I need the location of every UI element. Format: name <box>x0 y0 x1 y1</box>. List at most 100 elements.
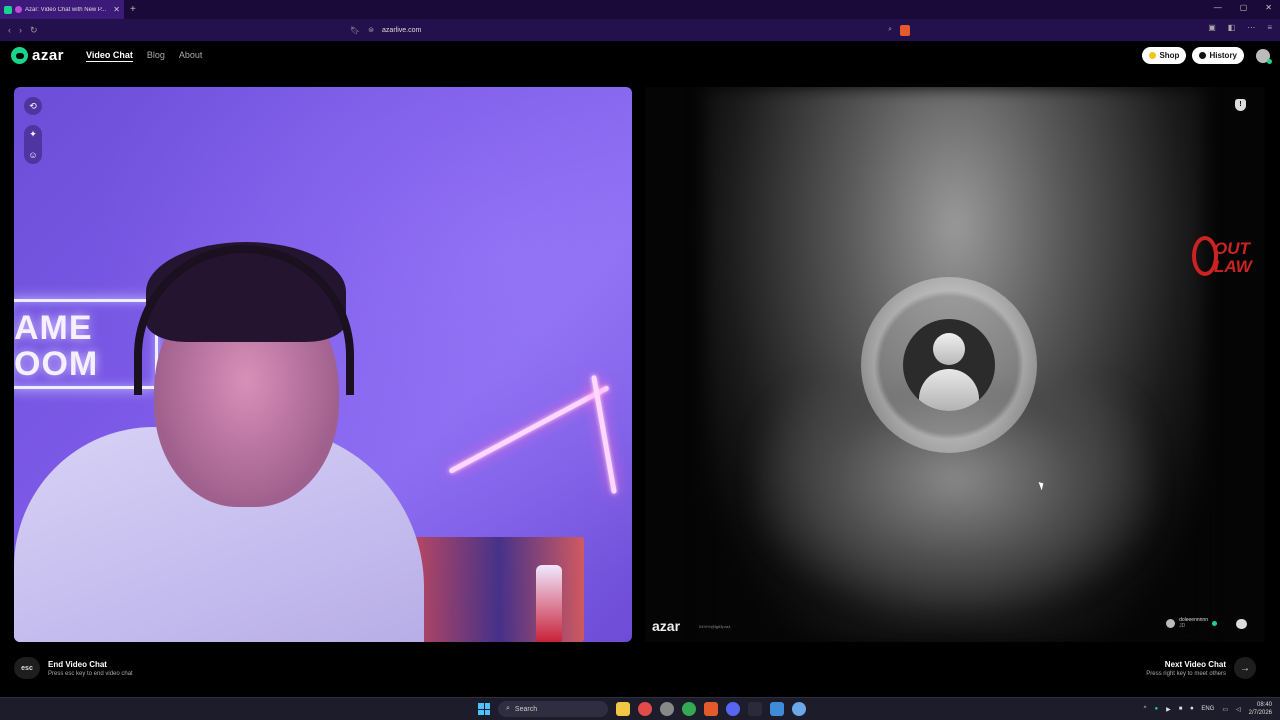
tray-app-icon[interactable]: ● <box>1154 706 1158 712</box>
window-controls: — ▢ ✕ <box>1214 3 1272 12</box>
steam-icon[interactable] <box>748 702 762 716</box>
neon-sign-line-2: OOM <box>14 345 99 383</box>
browser-tab[interactable]: Azar: Video Chat with New P... ✕ <box>0 0 124 19</box>
outlaw-overlay-logo: OUT LAW <box>1192 236 1260 282</box>
next-chat-hint: Press right key to meet others <box>1146 670 1226 677</box>
tray-app-icon[interactable]: ■ <box>1179 706 1183 712</box>
shop-button[interactable]: Shop <box>1142 47 1187 64</box>
report-shield-icon[interactable]: ! <box>1235 99 1246 111</box>
sticker-icon[interactable]: ☺ <box>28 150 37 160</box>
url-text: azarlive.com <box>382 26 422 34</box>
app-icon[interactable] <box>770 702 784 716</box>
arrow-right-icon: → <box>1234 657 1256 679</box>
nav-blog[interactable]: Blog <box>147 50 165 62</box>
browser-tab-bar: Azar: Video Chat with New P... ✕ + — ▢ ✕ <box>0 0 1280 19</box>
end-video-chat-button[interactable]: esc End Video Chat Press esc key to end … <box>14 657 133 679</box>
header-actions: Shop History <box>1142 47 1272 64</box>
chrome-icon[interactable] <box>682 702 696 716</box>
system-clock[interactable]: 08:40 2/7/2026 <box>1249 701 1272 717</box>
azar-logo[interactable]: azar <box>11 47 64 64</box>
mic-icon[interactable]: ⏺ <box>1190 706 1193 713</box>
close-window-icon[interactable]: ✕ <box>1265 3 1272 12</box>
peer-info[interactable]: doleeennnnn JD <box>1166 617 1217 629</box>
tray-chevron-icon[interactable]: ^ <box>1144 706 1147 712</box>
settings-icon[interactable] <box>792 702 806 716</box>
bottle <box>536 565 562 642</box>
next-video-chat-button[interactable]: Next Video Chat Press right key to meet … <box>1146 657 1256 679</box>
brave-shields-icon[interactable] <box>900 24 910 36</box>
forward-icon[interactable]: › <box>19 25 22 35</box>
maximize-icon[interactable]: ▢ <box>1240 3 1248 12</box>
self-video: AME OOM ⟲ ✦ ☺ <box>14 87 632 642</box>
user-silhouette-icon <box>903 319 995 411</box>
azar-watermark: azar <box>652 618 681 634</box>
outlaw-text-1: OUT <box>1214 239 1250 258</box>
site-info-icon[interactable]: ⊜ <box>368 26 374 34</box>
azar-logo-icon <box>11 47 28 64</box>
gem-icon <box>1149 52 1157 59</box>
main-nav: Video Chat Blog About <box>86 50 202 62</box>
clock-icon <box>1199 52 1207 59</box>
app-icon[interactable] <box>638 702 652 716</box>
next-chat-title: Next Video Chat <box>1164 659 1226 669</box>
search-label: Search <box>514 705 538 713</box>
peer-placeholder-avatar <box>861 277 1037 453</box>
new-tab-icon[interactable]: + <box>130 4 136 15</box>
azar-favicon-icon <box>4 5 12 14</box>
nav-about[interactable]: About <box>179 50 203 62</box>
address-bar: ‹ › ↻ 🔖︎ ⊜ azarlive.com ⌕ ▣ ◧ ⋯ ≡ <box>0 19 1280 41</box>
peer-video: ! azar 04%%@fg63pra4 doleeennnnn JD <box>645 87 1265 642</box>
magic-wand-icon[interactable]: ✦ <box>29 129 37 140</box>
peer-sub: JD <box>1179 623 1186 629</box>
esc-key-badge: esc <box>14 657 40 679</box>
end-chat-title: End Video Chat <box>48 659 107 669</box>
tray-app-icon[interactable]: ▶ <box>1166 706 1171 713</box>
chat-bubble-icon[interactable] <box>1236 619 1247 629</box>
shop-label: Shop <box>1159 51 1180 60</box>
close-tab-icon[interactable]: ✕ <box>113 5 120 14</box>
file-explorer-icon[interactable] <box>616 702 630 716</box>
bookmark-icon[interactable]: 🔖︎ <box>350 26 360 35</box>
video-tools: ⟲ ✦ ☺ <box>24 97 42 164</box>
tab-title: Azar: Video Chat with New P... <box>25 6 107 13</box>
peer-avatar <box>1166 618 1176 628</box>
clock-time: 08:40 <box>1256 702 1272 708</box>
menu-dots-icon[interactable]: ⋯ <box>1247 23 1255 32</box>
reload-icon[interactable]: ↻ <box>30 25 38 36</box>
site-header: azar Video Chat Blog About Shop History <box>0 41 1280 73</box>
wallet-icon[interactable]: ▣ <box>1208 23 1216 32</box>
nav-video-chat[interactable]: Video Chat <box>86 50 133 62</box>
neon-sign-line-1: AME <box>14 309 93 347</box>
network-icon[interactable]: ▭ <box>1222 706 1228 713</box>
menu-icon[interactable]: ≡ <box>1267 23 1272 32</box>
effects-toolbar: ✦ ☺ <box>24 125 42 164</box>
volume-icon[interactable]: ◁ <box>1236 706 1241 713</box>
obs-icon[interactable] <box>660 702 674 716</box>
end-chat-hint: Press esc key to end video chat <box>48 670 133 677</box>
history-button[interactable]: History <box>1192 47 1244 64</box>
system-tray: ^ ● ▶ ■ ⏺ ENG ▭ ◁ 08:40 2/7/2026 <box>1144 701 1272 717</box>
logo-text: azar <box>32 47 65 64</box>
profile-avatar-button[interactable] <box>1256 48 1272 64</box>
taskbar-search[interactable]: ⌕ Search <box>498 701 608 717</box>
url-box[interactable]: 🔖︎ ⊜ azarlive.com ⌕ <box>350 22 910 38</box>
minimize-icon[interactable]: — <box>1214 3 1222 12</box>
discord-icon[interactable] <box>726 702 740 716</box>
browser-toolbar-right: ▣ ◧ ⋯ ≡ <box>1208 23 1272 32</box>
windows-taskbar: ⌕ Search ^ ● ▶ ■ ⏺ ENG ▭ ◁ 08:40 2/7/202… <box>0 697 1280 720</box>
watermark-id: 04%%@fg63pra4 <box>699 624 731 629</box>
sidebar-icon[interactable]: ◧ <box>1228 23 1236 32</box>
taskbar-apps: ⌕ Search <box>478 701 806 717</box>
verified-badge-icon <box>1212 620 1217 626</box>
search-icon: ⌕ <box>506 705 510 712</box>
clock-date: 2/7/2026 <box>1248 710 1272 716</box>
camera-flip-icon[interactable]: ⟲ <box>24 97 42 115</box>
brave-icon[interactable] <box>704 702 718 716</box>
back-icon[interactable]: ‹ <box>8 25 11 35</box>
windows-start-icon[interactable] <box>478 703 490 715</box>
language-indicator[interactable]: ENG <box>1201 706 1214 712</box>
zoom-icon[interactable]: ⌕ <box>888 26 892 34</box>
audio-indicator-icon <box>15 6 22 13</box>
history-label: History <box>1209 51 1237 60</box>
outlaw-text-2: LAW <box>1214 257 1252 276</box>
